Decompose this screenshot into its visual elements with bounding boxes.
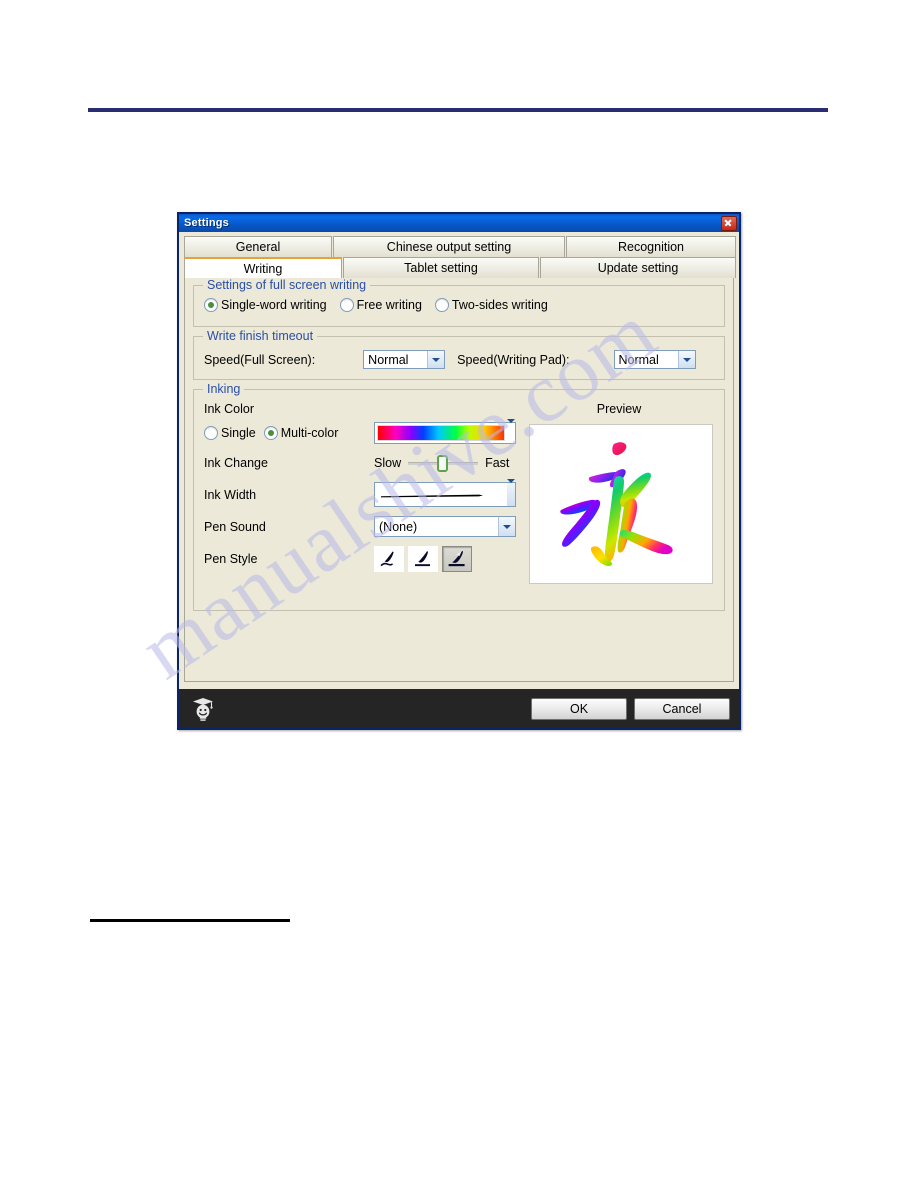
graduate-bulb-mascot-icon <box>190 695 216 723</box>
speed-full-screen-select[interactable]: Normal <box>363 350 446 369</box>
ok-button-label: OK <box>569 701 589 716</box>
tab-recognition[interactable]: Recognition <box>566 236 736 257</box>
group-legend: Inking <box>203 382 245 396</box>
ink-color-mode-group: Single Multi-color <box>204 426 374 440</box>
dialog-title: Settings <box>184 217 229 229</box>
pen-style-brush-medium-button[interactable] <box>408 546 438 572</box>
pen-sound-label: Pen Sound <box>204 519 266 534</box>
speed-writing-pad-select[interactable]: Normal <box>613 350 696 369</box>
chevron-down-icon <box>507 419 515 443</box>
tab-chinese-output-setting[interactable]: Chinese output setting <box>333 236 565 257</box>
preview-label: Preview <box>596 402 642 416</box>
radio-icon <box>204 426 218 440</box>
ink-color-select[interactable] <box>374 419 516 444</box>
cancel-button[interactable]: Cancel <box>634 697 730 720</box>
slider-max-label: Fast <box>485 456 510 470</box>
ink-change-label: Ink Change <box>204 456 268 470</box>
speed-full-screen-label: Speed(Full Screen): <box>204 352 316 367</box>
slider-thumb[interactable] <box>437 455 449 472</box>
tab-label: Chinese output setting <box>386 240 512 254</box>
page-header-rule <box>88 108 828 112</box>
radio-two-sides-writing[interactable]: Two-sides writing <box>434 298 548 312</box>
full-screen-writing-radio-group: Single-word writing Free writing Two-sid… <box>204 298 714 312</box>
group-legend: Write finish timeout <box>203 329 318 343</box>
tab-label: Update setting <box>597 261 679 275</box>
rainbow-gradient-swatch <box>377 425 505 441</box>
radio-label: Single <box>221 426 256 440</box>
ink-preview-box <box>529 424 713 584</box>
tab-page-writing: Settings of full screen writing Single-w… <box>184 278 734 682</box>
pen-style-brush-bold-button[interactable] <box>442 546 472 572</box>
radio-free-writing[interactable]: Free writing <box>339 298 422 312</box>
group-legend: Settings of full screen writing <box>203 278 371 292</box>
tab-update-setting[interactable]: Update setting <box>540 257 736 278</box>
page-footnote-rule <box>90 919 290 922</box>
chevron-down-icon <box>507 479 515 506</box>
speed-settings-row: Speed(Full Screen): Normal Speed(Writing… <box>204 350 714 369</box>
radio-icon <box>204 298 218 312</box>
radio-label: Two-sides writing <box>451 298 548 312</box>
tab-label: Writing <box>243 261 283 276</box>
ink-width-select[interactable] <box>374 479 516 507</box>
ink-color-label: Ink Color <box>204 402 255 416</box>
radio-icon <box>339 298 354 312</box>
preview-character-render <box>560 442 673 566</box>
ok-button[interactable]: OK <box>531 697 627 720</box>
tab-label: General <box>235 240 281 254</box>
tab-strip: General Chinese output setting Recogniti… <box>184 236 736 278</box>
group-inking: Inking Ink Color Preview Single Multi-co… <box>193 382 725 611</box>
ink-width-label: Ink Width <box>204 487 257 502</box>
speed-writing-pad-value: Normal <box>618 352 659 367</box>
radio-label: Multi-color <box>280 426 339 440</box>
ink-change-slider[interactable] <box>408 453 479 473</box>
tab-row-bottom: Writing Tablet setting Update setting <box>184 257 736 278</box>
pen-sound-select[interactable]: (None) <box>374 516 516 537</box>
dialog-body: General Chinese output setting Recogniti… <box>179 232 739 695</box>
group-full-screen-writing: Settings of full screen writing Single-w… <box>193 278 725 327</box>
speed-full-screen-value: Normal <box>368 352 409 367</box>
chevron-down-icon <box>677 351 695 368</box>
speed-writing-pad-label: Speed(Writing Pad): <box>457 352 570 367</box>
pen-sound-value: (None) <box>379 519 418 534</box>
stroke-width-preview <box>379 486 503 504</box>
pen-style-label: Pen Style <box>204 552 258 566</box>
tab-label: Recognition <box>617 240 684 254</box>
tab-writing[interactable]: Writing <box>184 257 342 278</box>
radio-icon <box>263 426 278 440</box>
radio-icon <box>434 298 449 312</box>
cancel-button-label: Cancel <box>662 701 702 716</box>
close-icon[interactable] <box>721 215 737 231</box>
pen-style-brush-thin-button[interactable] <box>374 546 404 572</box>
dialog-footer: OK Cancel <box>179 689 739 728</box>
chevron-down-icon <box>427 351 445 368</box>
tab-tablet-setting[interactable]: Tablet setting <box>343 257 539 278</box>
radio-ink-multi-color[interactable]: Multi-color <box>263 426 339 440</box>
chevron-down-icon <box>498 517 515 536</box>
radio-label: Single-word writing <box>221 298 327 312</box>
footer-buttons: OK Cancel <box>531 697 730 720</box>
inking-header-row: Ink Color Preview <box>204 402 714 422</box>
settings-dialog: Settings General Chinese output setting … <box>177 212 741 730</box>
radio-ink-single[interactable]: Single <box>204 426 256 440</box>
tab-label: Tablet setting <box>404 261 478 275</box>
dialog-titlebar: Settings <box>179 214 739 232</box>
slider-min-label: Slow <box>374 456 402 470</box>
tab-row-top: General Chinese output setting Recogniti… <box>184 236 736 257</box>
radio-label: Free writing <box>356 298 422 312</box>
tab-general[interactable]: General <box>184 236 332 257</box>
group-write-finish-timeout: Write finish timeout Speed(Full Screen):… <box>193 329 725 380</box>
radio-single-word-writing[interactable]: Single-word writing <box>204 298 327 312</box>
